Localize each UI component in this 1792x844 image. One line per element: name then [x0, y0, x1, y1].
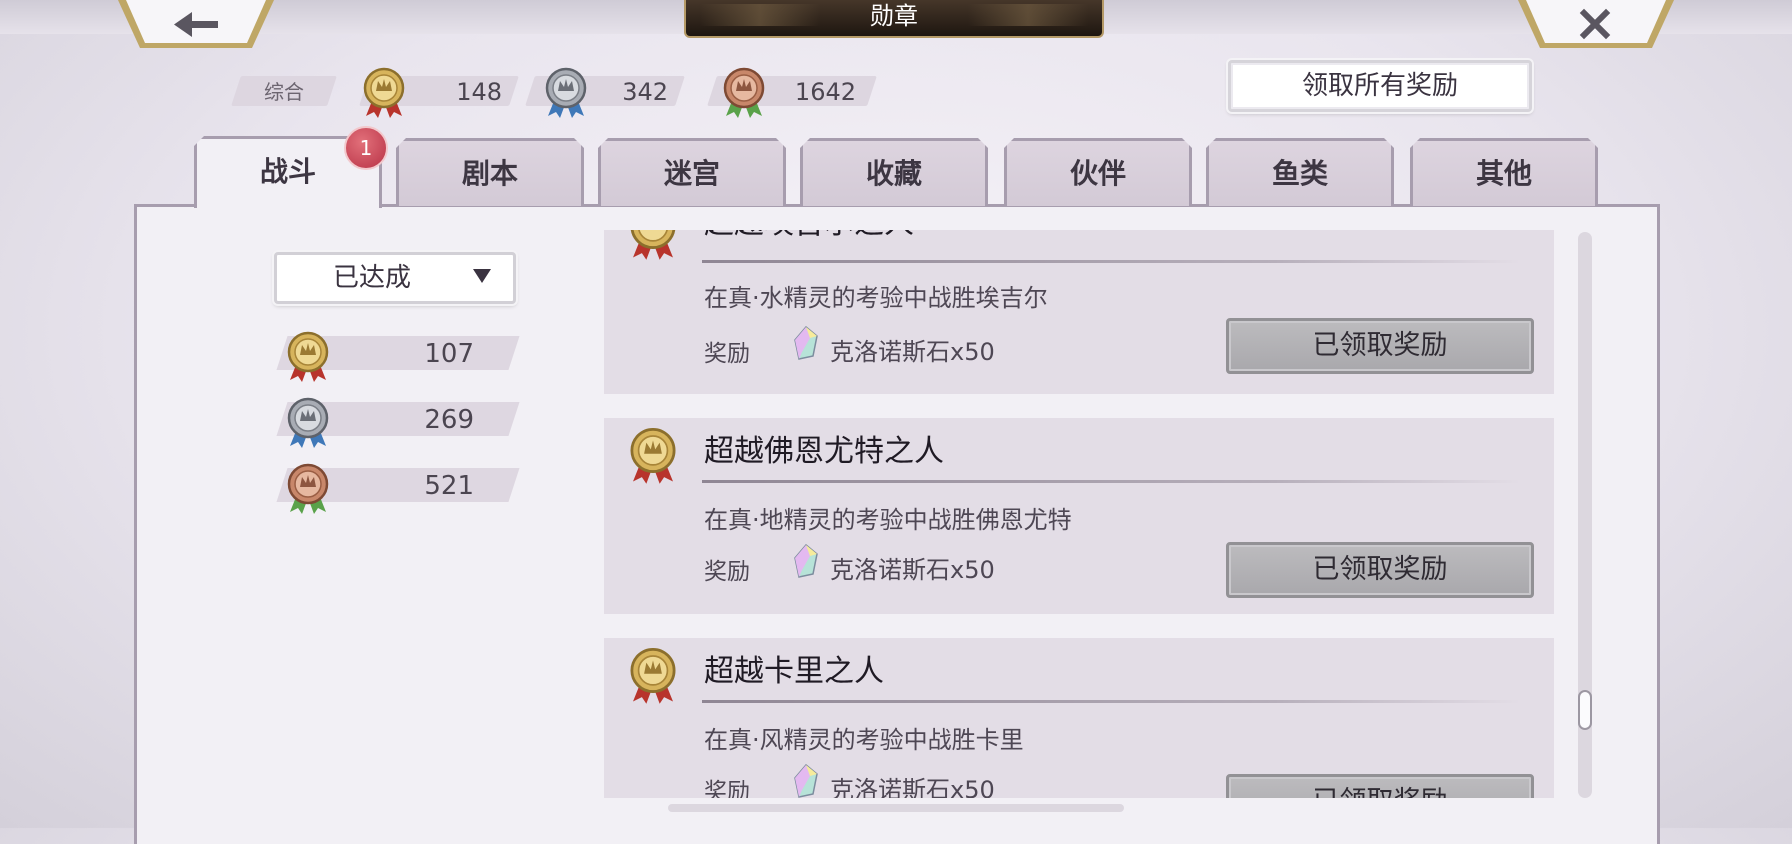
list-item: 超越佛恩尤特之人 在真·地精灵的考验中战胜佛恩尤特 奖励 克洛诺斯石x50 已领…	[604, 418, 1554, 614]
gold-medal-icon	[630, 647, 676, 704]
medal-description: 在真·风精灵的考验中战胜卡里	[704, 726, 1024, 754]
list-item: 超越埃吉尔之人 在真·水精灵的考验中战胜埃吉尔 奖励 克洛诺斯石x50 已领取奖…	[604, 230, 1554, 394]
medal-name: 超越埃吉尔之人	[704, 230, 914, 242]
chevron-down-icon	[473, 269, 491, 283]
count-gold-value: 107	[424, 339, 474, 369]
divider	[702, 700, 1520, 703]
close-button[interactable]	[1518, 0, 1674, 50]
summary-silver-count: 342	[622, 78, 668, 106]
medal-name: 超越佛恩尤特之人	[704, 434, 944, 469]
summary-label: 综合	[264, 80, 304, 104]
bronze-medal-icon	[287, 463, 329, 514]
reward-label: 奖励	[704, 779, 750, 798]
summary-gold-count: 148	[456, 78, 502, 106]
back-button[interactable]	[118, 0, 274, 50]
medal-list[interactable]: 超越埃吉尔之人 在真·水精灵的考验中战胜埃吉尔 奖励 克洛诺斯石x50 已领取奖…	[604, 230, 1554, 798]
filter-selected-label: 已达成	[332, 263, 411, 293]
silver-medal-icon	[545, 67, 587, 118]
reward-name: 克洛诺斯石x50	[830, 556, 995, 584]
claimed-reward-button[interactable]: 已领取奖励	[1226, 774, 1534, 798]
claimed-reward-button[interactable]: 已领取奖励	[1226, 318, 1534, 374]
reward-label: 奖励	[704, 341, 750, 367]
medal-description: 在真·水精灵的考验中战胜埃吉尔	[704, 284, 1048, 312]
summary-bronze-count: 1642	[794, 78, 856, 106]
bronze-medal-icon	[723, 67, 765, 118]
medal-description: 在真·地精灵的考验中战胜佛恩尤特	[704, 506, 1072, 534]
tab-other[interactable]: 其他	[1410, 138, 1598, 206]
tab-collection[interactable]: 收藏	[800, 138, 988, 206]
gem-icon	[794, 326, 818, 360]
filter-dropdown[interactable]: 已达成	[274, 252, 516, 304]
claimed-reward-button[interactable]: 已领取奖励	[1226, 542, 1534, 598]
medal-name: 超越卡里之人	[704, 654, 884, 689]
gold-medal-icon	[287, 331, 329, 382]
title-text: 勋章	[870, 2, 918, 30]
reward-name: 克洛诺斯石x50	[830, 776, 995, 798]
count-silver-value: 269	[424, 405, 474, 435]
divider	[702, 260, 1520, 263]
summary-label-plate: 综合	[231, 74, 337, 106]
tab-fish[interactable]: 鱼类	[1206, 138, 1394, 206]
scrollbar-thumb[interactable]	[1578, 690, 1592, 730]
gold-medal-icon	[363, 67, 405, 118]
silver-medal-icon	[287, 397, 329, 448]
gem-icon	[794, 544, 818, 578]
claim-all-button[interactable]: 领取所有奖励	[1228, 60, 1532, 112]
reward-name: 克洛诺斯石x50	[830, 338, 995, 366]
page-title: 勋章	[684, 0, 1104, 38]
reward-label: 奖励	[704, 559, 750, 585]
count-bronze-value: 521	[424, 471, 474, 501]
tab-maze[interactable]: 迷宫	[598, 138, 786, 206]
tab-script[interactable]: 剧本	[396, 138, 584, 206]
tab-companion[interactable]: 伙伴	[1004, 138, 1192, 206]
divider	[702, 480, 1520, 483]
notification-badge: 1	[344, 126, 388, 170]
gold-medal-icon	[630, 230, 676, 260]
horizontal-scrollbar[interactable]	[668, 804, 1124, 812]
gold-medal-icon	[630, 427, 676, 484]
gem-icon	[794, 764, 818, 798]
list-item: 超越卡里之人 在真·风精灵的考验中战胜卡里 奖励 克洛诺斯石x50 已领取奖励	[604, 638, 1554, 798]
